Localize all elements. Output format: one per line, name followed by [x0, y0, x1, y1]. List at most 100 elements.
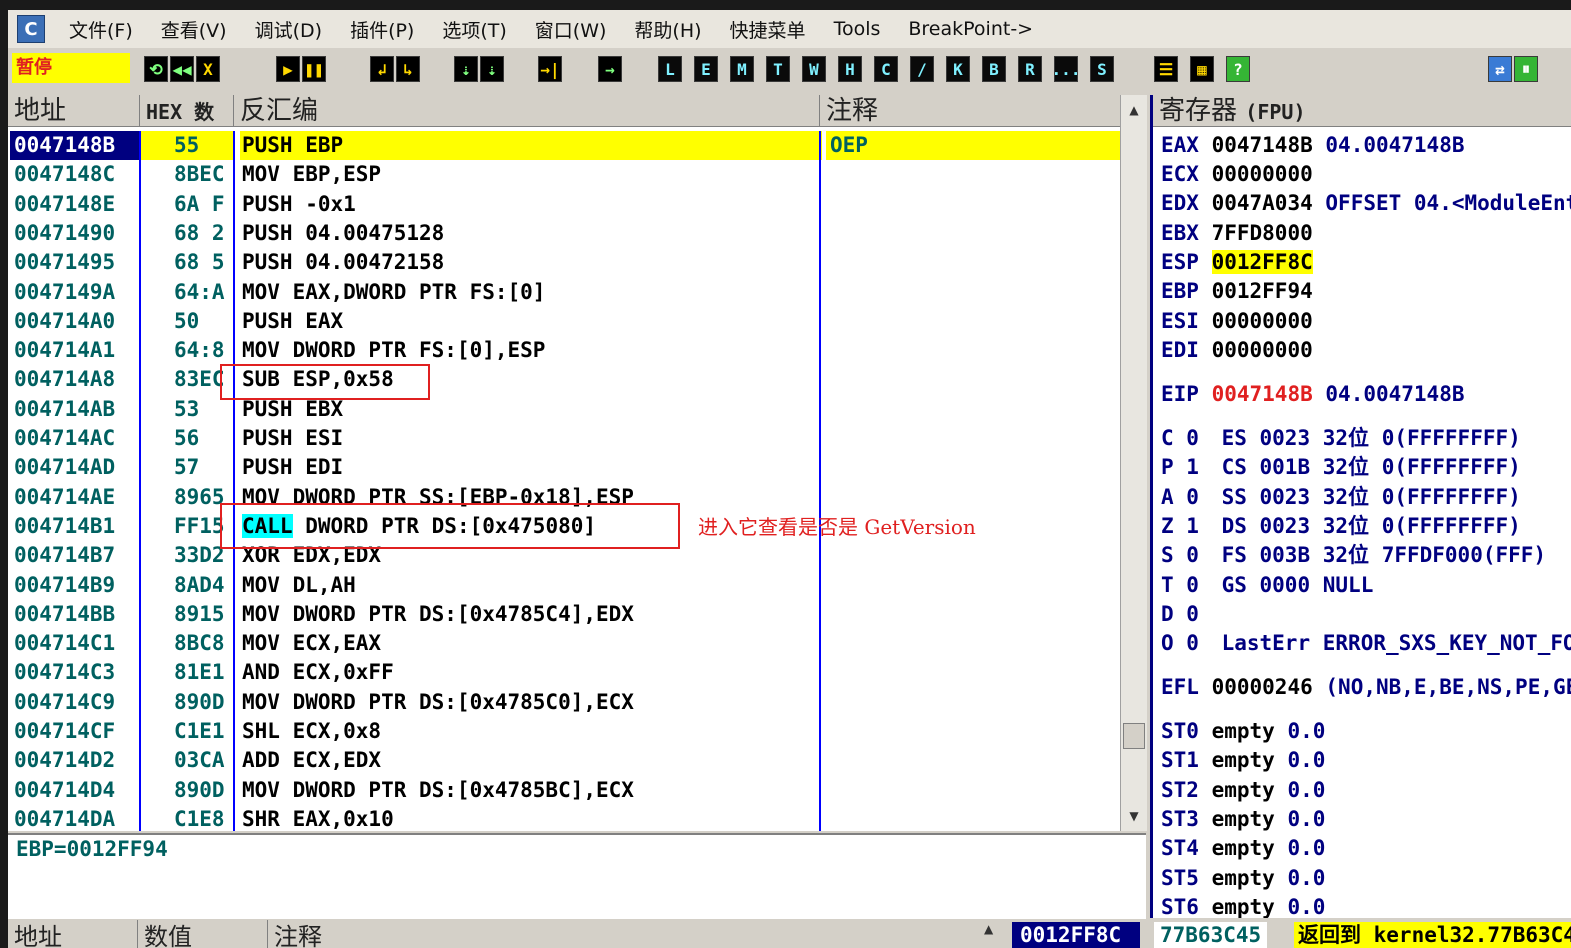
register-row[interactable]: O 0 LastErr ERROR_SXS_KEY_NOT_FOUND — [1161, 629, 1571, 658]
dump-header-value[interactable]: 数值 — [138, 920, 268, 948]
register-row[interactable]: ESP 0012FF8C — [1161, 248, 1313, 277]
disasm-row[interactable]: 00471490 68 2 PUSH 04.00475128 — [8, 219, 1120, 248]
register-row[interactable]: EFL 00000246 (NO,NB,E,BE,NS,PE,GE,LE) — [1161, 673, 1571, 702]
cpu-button[interactable]: C — [874, 56, 898, 82]
registers-header[interactable]: 寄存器 (FPU) — [1153, 95, 1571, 127]
list-button[interactable]: ☰ — [1154, 56, 1178, 82]
register-row[interactable]: D 0 — [1161, 600, 1209, 629]
breakpoints-button[interactable]: B — [982, 56, 1006, 82]
scroll-thumb[interactable] — [1123, 723, 1145, 749]
references-button[interactable]: R — [1018, 56, 1042, 82]
register-row[interactable]: EBP 0012FF94 — [1161, 277, 1313, 306]
register-row[interactable]: ST0 empty 0.0 — [1161, 717, 1325, 746]
register-row[interactable]: T 0 GS 0000 NULL — [1161, 571, 1373, 600]
register-row[interactable]: S 0 FS 003B 32位 7FFDF000(FFF) — [1161, 541, 1546, 570]
memory-map-button[interactable]: M — [730, 56, 754, 82]
stack-address[interactable]: 0012FF8C — [1012, 922, 1140, 948]
trace-over-button[interactable]: ⇣ — [480, 56, 504, 82]
register-row[interactable]: ST4 empty 0.0 — [1161, 834, 1325, 863]
register-row[interactable]: ESI 00000000 — [1161, 307, 1313, 336]
disasm-row[interactable]: 004714A0 50 PUSH EAX — [8, 307, 1120, 336]
dump-header-address[interactable]: 地址 — [8, 920, 138, 948]
menu-view[interactable]: 查看(V) — [147, 16, 241, 43]
stack-value[interactable]: 77B63C45 — [1154, 922, 1268, 948]
disasm-row[interactable]: 004714AB 53 PUSH EBX — [8, 395, 1120, 424]
scroll-down-arrow-icon[interactable]: ▼ — [1121, 807, 1147, 825]
execute-till-return-button[interactable]: →| — [538, 56, 562, 82]
trace-into-button[interactable]: ⇣ — [454, 56, 478, 82]
menu-plugins[interactable]: 插件(P) — [336, 16, 428, 43]
disasm-row[interactable]: 0047148C 8BEC MOV EBP,ESP — [8, 160, 1120, 189]
disasm-row[interactable]: 0047148B 55 PUSH EBP OEP — [8, 131, 1126, 160]
disasm-row[interactable]: 004714C1 8BC8 MOV ECX,EAX — [8, 629, 1120, 658]
menu-breakpoint[interactable]: BreakPoint-> — [894, 18, 1047, 40]
help-button[interactable]: ? — [1226, 56, 1250, 82]
disasm-row[interactable]: 0047148E 6A F PUSH -0x1 — [8, 190, 1120, 219]
step-over-button[interactable]: ↳ — [396, 56, 420, 82]
threads-button[interactable]: T — [766, 56, 790, 82]
register-row[interactable]: A 0 SS 0023 32位 0(FFFFFFFF) — [1161, 483, 1521, 512]
disasm-row[interactable]: 004714D4 890D MOV DWORD PTR DS:[0x4785BC],… — [8, 776, 1120, 805]
menu-debug[interactable]: 调试(D) — [241, 16, 336, 43]
dump-scroll-up-icon[interactable]: ▲ — [984, 922, 993, 936]
disasm-row[interactable]: 00471495 68 5 PUSH 04.00472158 — [8, 248, 1120, 277]
menu-file[interactable]: 文件(F) — [55, 16, 147, 43]
windows-button[interactable]: W — [802, 56, 826, 82]
patches-button[interactable]: / — [910, 56, 934, 82]
register-row[interactable]: ECX 00000000 — [1161, 160, 1313, 189]
disasm-row[interactable]: 004714DA C1E8 SHR EAX,0x10 — [8, 805, 1120, 831]
run-button[interactable]: ▶ — [276, 56, 300, 82]
disasm-row[interactable]: 004714AC 56 PUSH ESI — [8, 424, 1120, 453]
register-row[interactable]: C 0 ES 0023 32位 0(FFFFFFFF) — [1161, 424, 1521, 453]
swap-button[interactable]: ⇄ — [1488, 56, 1512, 82]
register-row[interactable]: EDX 0047A034 OFFSET 04.<ModuleEntryPoint… — [1161, 189, 1571, 218]
goto-button[interactable]: → — [598, 56, 622, 82]
disasm-row[interactable]: 0047149A 64:A MOV EAX,DWORD PTR FS:[0] — [8, 278, 1120, 307]
call-stack-button[interactable]: K — [946, 56, 970, 82]
disassembly-scrollbar[interactable]: ▲ ▼ — [1120, 95, 1147, 831]
rewind-button[interactable]: ◀◀ — [170, 56, 194, 82]
scroll-up-arrow-icon[interactable]: ▲ — [1121, 101, 1147, 119]
disasm-row[interactable]: 004714D2 03CA ADD ECX,EDX — [8, 746, 1120, 775]
pause-button[interactable]: ❚❚ — [302, 56, 326, 82]
disasm-row[interactable]: 004714AD 57 PUSH EDI — [8, 453, 1120, 482]
register-row[interactable]: EAX 0047148B 04.0047148B — [1161, 131, 1464, 160]
menu-shortcuts[interactable]: 快捷菜单 — [716, 16, 820, 43]
log-window-button[interactable]: L — [658, 56, 682, 82]
close-button[interactable]: X — [196, 56, 220, 82]
register-row[interactable]: EIP 0047148B 04.0047148B — [1161, 380, 1464, 409]
register-row[interactable]: Z 1 DS 0023 32位 0(FFFFFFFF) — [1161, 512, 1521, 541]
disasm-row[interactable]: 004714C3 81E1 AND ECX,0xFF — [8, 658, 1120, 687]
menu-options[interactable]: 选项(T) — [428, 16, 520, 43]
disasm-row[interactable]: 004714BB 8915 MOV DWORD PTR DS:[0x4785C4],… — [8, 600, 1120, 629]
register-row[interactable]: ST3 empty 0.0 — [1161, 805, 1325, 834]
menu-help[interactable]: 帮助(H) — [620, 16, 715, 43]
source-button[interactable]: S — [1090, 56, 1114, 82]
executable-modules-button[interactable]: E — [694, 56, 718, 82]
register-row[interactable]: EBX 7FFD8000 — [1161, 219, 1313, 248]
col-header-disassembly[interactable]: 反汇编 — [234, 95, 820, 127]
register-row[interactable]: EDI 00000000 — [1161, 336, 1313, 365]
restart-button[interactable]: ⟲ — [144, 56, 168, 82]
handles-button[interactable]: H — [838, 56, 862, 82]
disasm-row[interactable]: 004714A1 64:8 MOV DWORD PTR FS:[0],ESP — [8, 336, 1120, 365]
dump-header-comment[interactable]: 注释 — [268, 920, 1008, 948]
menu-tools[interactable]: Tools — [820, 18, 895, 40]
register-row[interactable]: ST1 empty 0.0 — [1161, 746, 1325, 775]
col-header-address[interactable]: 地址 — [8, 95, 140, 127]
register-row[interactable]: P 1 CS 001B 32位 0(FFFFFFFF) — [1161, 453, 1521, 482]
disasm-row[interactable]: 004714CF C1E1 SHL ECX,0x8 — [8, 717, 1120, 746]
register-row[interactable]: ST6 empty 0.0 — [1161, 893, 1325, 918]
disasm-row[interactable]: 004714A8 83EC SUB ESP,0x58 — [8, 365, 1120, 394]
disasm-row[interactable]: 004714B9 8AD4 MOV DL,AH — [8, 571, 1120, 600]
register-row[interactable]: ST2 empty 0.0 — [1161, 776, 1325, 805]
disasm-row[interactable]: 004714C9 890D MOV DWORD PTR DS:[0x4785C0],… — [8, 688, 1120, 717]
menu-window[interactable]: 窗口(W) — [521, 16, 621, 43]
app-icon[interactable]: C — [17, 15, 45, 43]
col-header-hex[interactable]: HEX 数 — [140, 95, 234, 127]
grid-button[interactable]: ▦ — [1190, 56, 1214, 82]
run-trace-button[interactable]: ... — [1052, 56, 1080, 82]
col-header-comment[interactable]: 注释 — [820, 95, 1132, 127]
pause-toggle-button[interactable]: ⏸ — [1514, 56, 1538, 82]
step-into-button[interactable]: ↲ — [370, 56, 394, 82]
